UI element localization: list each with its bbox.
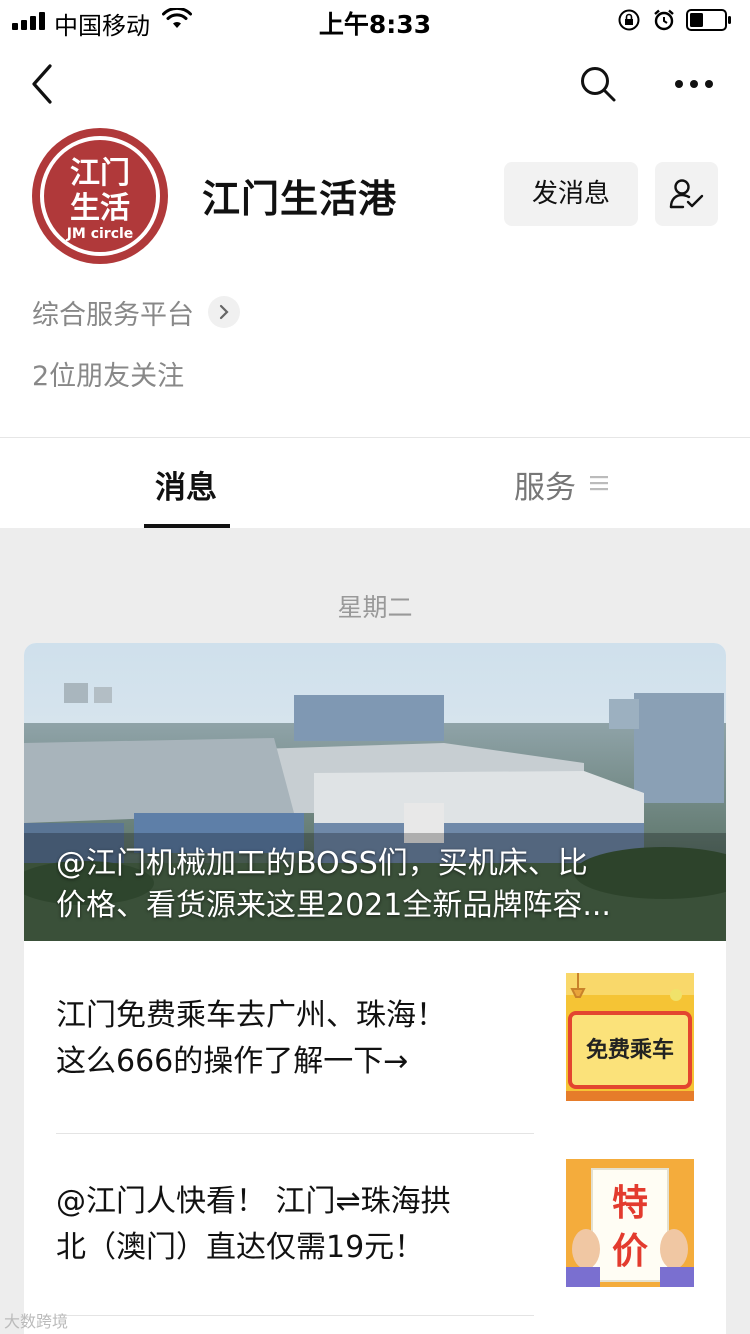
item-title: @江门人快看！ 江门⇌珠海拱 北（澳门）直达仅需19元！ bbox=[56, 1179, 526, 1271]
more-icon[interactable] bbox=[674, 78, 714, 90]
account-name: 江门生活港 bbox=[202, 177, 398, 221]
item-title-line-2: 这么666的操作了解一下→ bbox=[56, 1044, 409, 1079]
search-icon[interactable] bbox=[578, 64, 618, 104]
avatar-text-2: 生活 bbox=[70, 191, 130, 226]
message-feed: 星期二 @江门机械加工的BOSS们，买机床、比 价格、看货源来这里2021全新品… bbox=[0, 528, 750, 1334]
battery-icon bbox=[686, 9, 731, 31]
nav-bar bbox=[0, 40, 750, 128]
alarm-icon bbox=[654, 9, 674, 31]
follow-check-icon bbox=[669, 179, 704, 209]
thumbnail-text: 免费乘车 bbox=[586, 1037, 674, 1063]
cover-title-line-2: 价格、看货源来这里2021全新品牌阵容... bbox=[56, 888, 611, 923]
item-title: 江门免费乘车去广州、珠海！ 这么666的操作了解一下→ bbox=[56, 993, 526, 1085]
item-title-line-1: @江门人快看！ 江门⇌珠海拱 bbox=[56, 1184, 451, 1219]
date-label: 星期二 bbox=[337, 593, 413, 622]
follow-button[interactable] bbox=[655, 162, 718, 226]
back-icon[interactable] bbox=[28, 62, 58, 106]
list-item[interactable]: @江门人快看！ 江门⇌珠海拱 北（澳门）直达仅需19元！ 特 价 bbox=[56, 1159, 696, 1289]
menu-icon[interactable] bbox=[590, 474, 608, 492]
tab-services[interactable]: 服务 bbox=[514, 462, 576, 507]
item-title-line-2: 北（澳门）直达仅需19元！ bbox=[56, 1230, 425, 1265]
list-item[interactable]: 江门免费乘车去广州、珠海！ 这么666的操作了解一下→ 免费乘车 bbox=[56, 973, 696, 1103]
thumbnail-text-2: 价 bbox=[612, 1231, 648, 1272]
tab-messages[interactable]: 消息 bbox=[130, 462, 242, 507]
avatar[interactable]: 江门 生活 JM circle bbox=[32, 128, 168, 264]
item-thumbnail: 免费乘车 bbox=[566, 973, 694, 1101]
thumbnail-text-1: 特 bbox=[612, 1183, 648, 1224]
friends-following[interactable]: 2位朋友关注 bbox=[32, 354, 184, 393]
avatar-text-1: 江门 bbox=[70, 156, 130, 191]
article-card: @江门机械加工的BOSS们，买机床、比 价格、看货源来这里2021全新品牌阵容.… bbox=[24, 643, 726, 1334]
send-message-button[interactable]: 发消息 bbox=[504, 162, 638, 226]
item-thumbnail: 特 价 bbox=[566, 1159, 694, 1287]
avatar-text-3: JM circle bbox=[66, 226, 134, 242]
divider bbox=[0, 437, 750, 438]
chevron-right-icon[interactable] bbox=[208, 296, 240, 328]
cover-article[interactable]: @江门机械加工的BOSS们，买机床、比 价格、看货源来这里2021全新品牌阵容.… bbox=[24, 643, 726, 941]
account-category: 综合服务平台 bbox=[32, 299, 194, 331]
watermark: 大数跨境 bbox=[4, 1312, 69, 1331]
category-row[interactable]: 综合服务平台 bbox=[32, 294, 240, 331]
status-bar: 中国移动 上午8:33 bbox=[0, 0, 750, 40]
item-title-line-1: 江门免费乘车去广州、珠海！ bbox=[56, 998, 446, 1033]
rotation-lock-icon bbox=[618, 9, 640, 31]
item-separator bbox=[56, 1133, 534, 1134]
item-separator bbox=[56, 1315, 534, 1316]
cover-title: @江门机械加工的BOSS们，买机床、比 价格、看货源来这里2021全新品牌阵容.… bbox=[56, 843, 696, 927]
cover-title-line-1: @江门机械加工的BOSS们，买机床、比 bbox=[56, 846, 588, 881]
